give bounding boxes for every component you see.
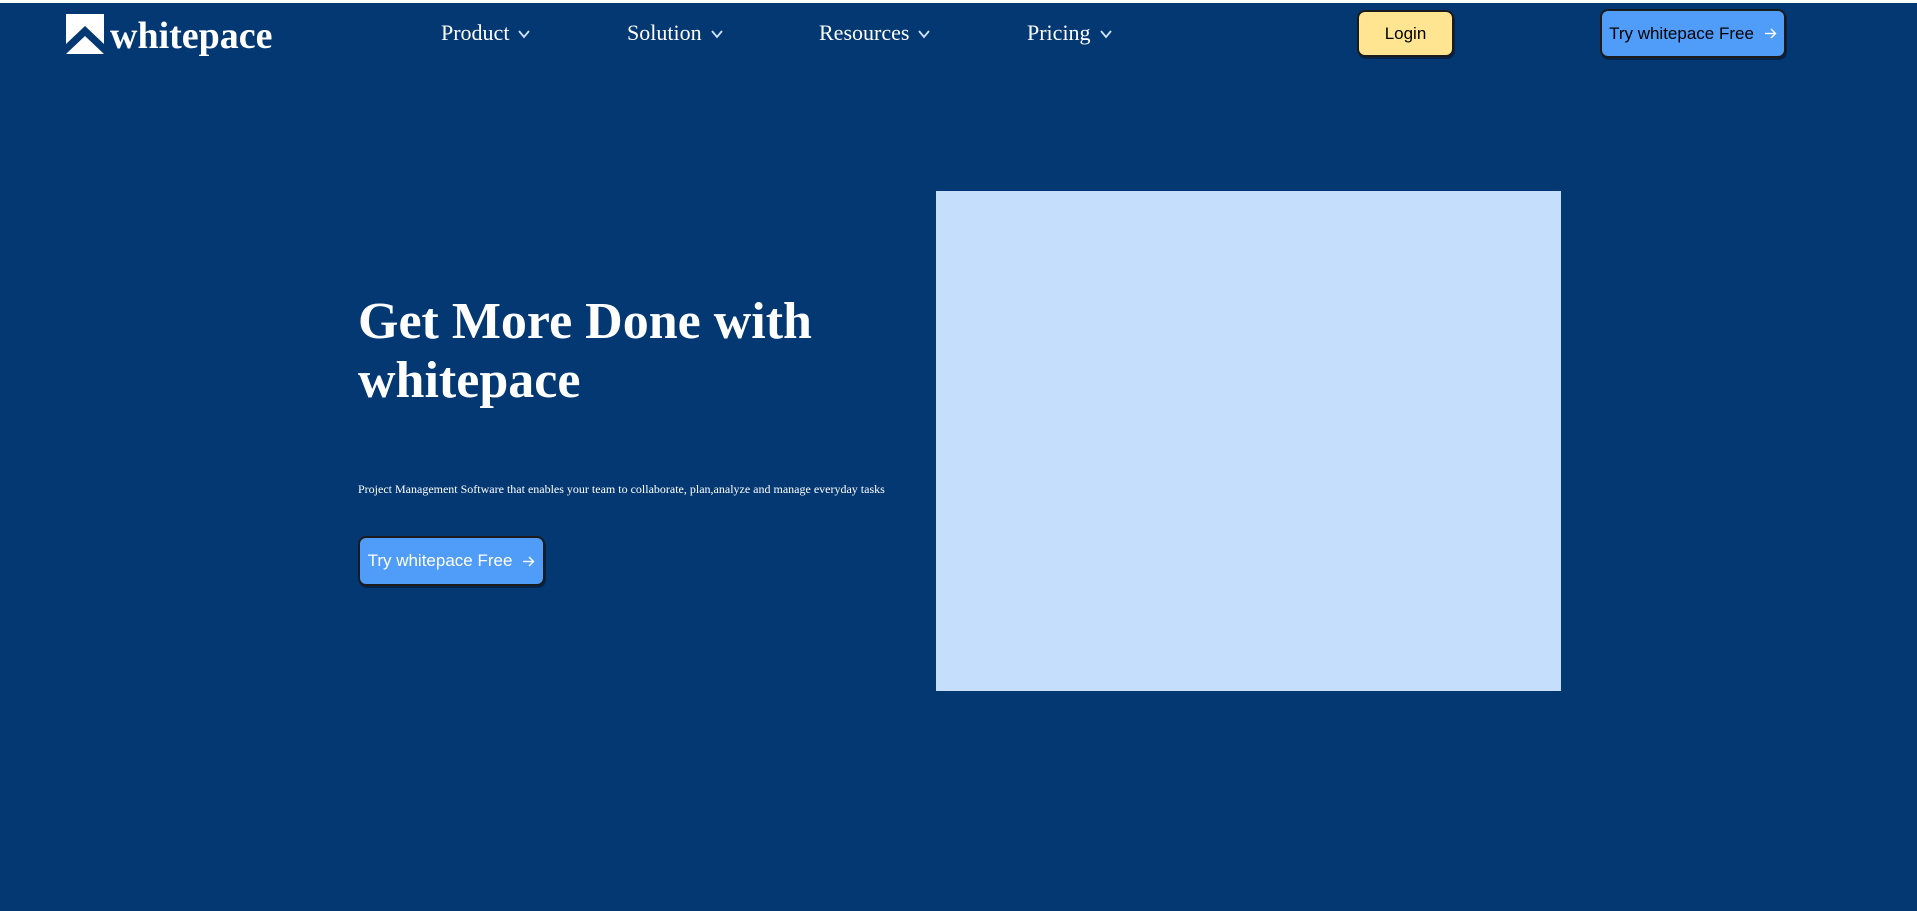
login-button[interactable]: Login	[1357, 10, 1454, 57]
chevron-down-icon	[518, 30, 531, 39]
hero-subtitle: Project Management Software that enables…	[358, 482, 885, 496]
nav-item-solution[interactable]: Solution	[627, 15, 724, 51]
nav-item-product[interactable]: Product	[441, 15, 531, 51]
hero-image-placeholder	[936, 191, 1561, 691]
nav-item-label: Resources	[819, 20, 910, 45]
header-try-free-button[interactable]: Try whitepace Free	[1600, 9, 1786, 58]
nav-item-pricing[interactable]: Pricing	[1027, 15, 1113, 51]
hero-try-free-button[interactable]: Try whitepace Free	[358, 536, 545, 586]
chevron-down-icon	[918, 30, 931, 39]
login-button-label: Login	[1384, 23, 1427, 43]
nav-item-resources[interactable]: Resources	[819, 15, 931, 51]
chevron-down-icon	[710, 30, 723, 39]
hero-title: Get More Done with whitepace	[358, 293, 812, 409]
nav-item-label: Pricing	[1027, 20, 1091, 45]
brand-logo[interactable]: whitepace	[66, 10, 273, 58]
chevron-down-icon	[1099, 30, 1112, 39]
brand-name: whitepace	[110, 15, 273, 57]
arrow-right-icon	[523, 556, 535, 566]
nav-item-label: Solution	[627, 20, 702, 45]
arrow-right-icon	[1764, 28, 1777, 39]
header-try-free-label: Try whitepace Free	[1609, 23, 1754, 43]
landing-page: whitepace Product Solution Resources Pri…	[0, 0, 1917, 911]
hero-try-free-label: Try whitepace Free	[367, 551, 513, 570]
top-border	[0, 0, 1917, 3]
nav-item-label: Product	[441, 20, 510, 45]
chevron-up-logo-icon	[66, 14, 104, 54]
